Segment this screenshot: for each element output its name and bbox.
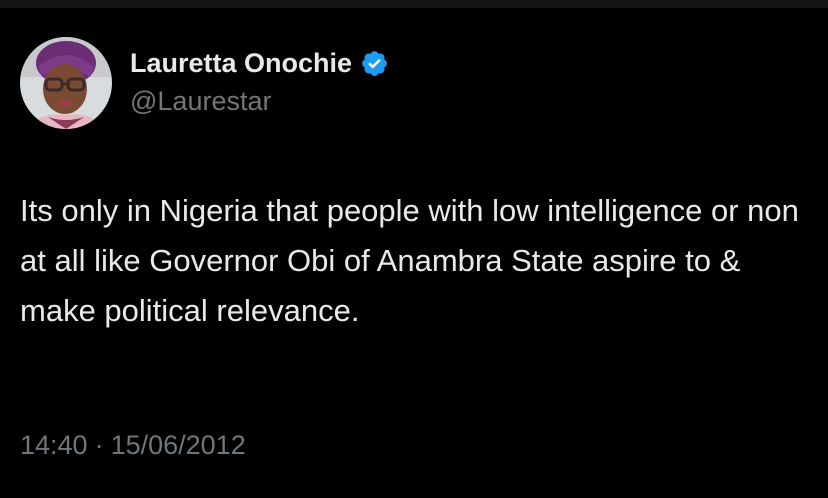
top-divider <box>0 0 828 8</box>
avatar[interactable] <box>20 37 112 129</box>
tweet-time[interactable]: 14:40 <box>20 430 88 461</box>
display-name[interactable]: Lauretta Onochie <box>130 48 352 79</box>
tweet-date[interactable]: 15/06/2012 <box>111 430 246 461</box>
author-handle[interactable]: @Laurestar <box>130 86 389 117</box>
tweet-text: Its only in Nigeria that people with low… <box>20 193 808 328</box>
tweet-card: Lauretta Onochie @Laurestar Its only in … <box>0 8 828 498</box>
tweet-timestamp: 14:40 · 15/06/2012 <box>20 430 246 461</box>
verified-badge-icon <box>360 49 389 78</box>
author-block: Lauretta Onochie @Laurestar <box>130 46 389 117</box>
timestamp-separator: · <box>94 430 104 460</box>
name-row: Lauretta Onochie <box>130 46 389 80</box>
